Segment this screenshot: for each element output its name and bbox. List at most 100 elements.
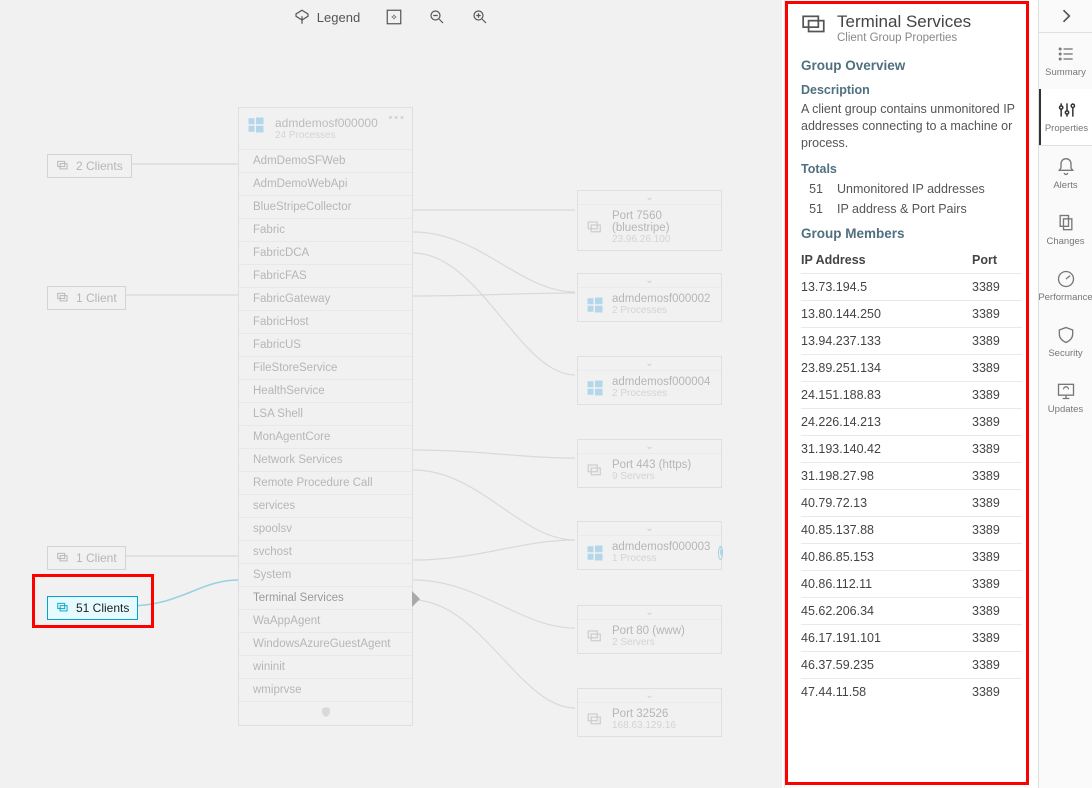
process-row[interactable]: LSA Shell [239, 402, 412, 425]
client-group-51[interactable]: 51 Clients [47, 596, 138, 620]
clients-icon [56, 601, 70, 615]
rail-changes[interactable]: Changes [1039, 202, 1092, 258]
member-row[interactable]: 45.62.206.343389 [801, 597, 1022, 624]
member-row[interactable]: 13.73.194.53389 [801, 273, 1022, 300]
right-rail: Summary Properties Alerts Changes Perfor… [1038, 0, 1092, 788]
dependency-box[interactable]: ⌄Port 80 (www)2 Servers [577, 605, 722, 654]
process-row[interactable]: BlueStripeCollector [239, 195, 412, 218]
th-ip: IP Address [801, 247, 972, 274]
monitors-icon [801, 12, 827, 38]
member-row[interactable]: 47.44.11.583389 [801, 678, 1022, 705]
process-row[interactable]: Fabric [239, 218, 412, 241]
dependency-box[interactable]: ⌄admdemosf0000022 Processes [577, 273, 722, 322]
dependency-box[interactable]: ⌄admdemosf0000042 Processes [577, 356, 722, 405]
th-port: Port [972, 247, 1022, 274]
clients-icon [56, 551, 70, 565]
panel-subtitle: Client Group Properties [837, 32, 971, 44]
description-text: A client group contains unmonitored IP a… [801, 101, 1022, 152]
rail-summary[interactable]: Summary [1039, 33, 1092, 89]
rail-alerts[interactable]: Alerts [1039, 146, 1092, 202]
totals-row: 51IP address & Port Pairs [801, 202, 1022, 216]
member-row[interactable]: 46.37.59.2353389 [801, 651, 1022, 678]
member-row[interactable]: 40.86.85.1533389 [801, 543, 1022, 570]
process-row[interactable]: WaAppAgent [239, 609, 412, 632]
group-members-heading: Group Members [801, 226, 1022, 241]
process-row[interactable]: FileStoreService [239, 356, 412, 379]
process-row[interactable]: spoolsv [239, 517, 412, 540]
info-icon[interactable]: i [718, 546, 723, 560]
rail-expand[interactable] [1039, 0, 1092, 32]
bell-icon [1056, 157, 1076, 177]
monitor-refresh-icon [1056, 381, 1076, 401]
member-row[interactable]: 13.94.237.1333389 [801, 327, 1022, 354]
process-row[interactable]: System [239, 563, 412, 586]
machine-title: admdemosf000000 [275, 116, 402, 130]
shield-icon [320, 706, 332, 718]
chevron-right-icon [1056, 6, 1076, 26]
pages-icon [1056, 213, 1076, 233]
process-row[interactable]: Remote Procedure Call [239, 471, 412, 494]
process-row[interactable]: FabricGateway [239, 287, 412, 310]
member-row[interactable]: 24.151.188.833389 [801, 381, 1022, 408]
member-row[interactable]: 40.85.137.883389 [801, 516, 1022, 543]
process-row[interactable]: AdmDemoSFWeb [239, 149, 412, 172]
member-row[interactable]: 24.226.14.2133389 [801, 408, 1022, 435]
process-row[interactable]: Network Services [239, 448, 412, 471]
legend-button[interactable]: Legend [293, 8, 360, 26]
chevron-down-icon[interactable]: ⌄ [578, 522, 721, 536]
clients-icon [56, 291, 70, 305]
windows-icon [247, 116, 265, 137]
fit-button[interactable] [385, 8, 403, 26]
member-row[interactable]: 46.17.191.1013389 [801, 624, 1022, 651]
rail-updates[interactable]: Updates [1039, 370, 1092, 426]
process-row[interactable]: MonAgentCore [239, 425, 412, 448]
dependency-box[interactable]: ⌄admdemosf0000031 Processi [577, 521, 722, 570]
rail-security[interactable]: Security [1039, 314, 1092, 370]
chevron-down-icon[interactable]: ⌄ [578, 274, 721, 288]
machine-sub: 24 Processes [275, 130, 402, 141]
process-row[interactable]: services [239, 494, 412, 517]
shield-icon [1056, 325, 1076, 345]
dependency-box[interactable]: ⌄Port 32526168.63.129.16 [577, 688, 722, 737]
description-heading: Description [801, 83, 1022, 97]
panel-title: Terminal Services [837, 12, 971, 32]
gauge-icon [1056, 269, 1076, 289]
process-row[interactable]: AdmDemoWebApi [239, 172, 412, 195]
chevron-down-icon[interactable]: ⌄ [578, 440, 721, 454]
dependency-box[interactable]: ⌄Port 443 (https)9 Servers [577, 439, 722, 488]
process-row[interactable]: FabricUS [239, 333, 412, 356]
client-group-1b[interactable]: 1 Client [47, 546, 126, 570]
process-row[interactable]: FabricDCA [239, 241, 412, 264]
chevron-down-icon[interactable]: ⌄ [578, 357, 721, 371]
member-row[interactable]: 23.89.251.1343389 [801, 354, 1022, 381]
zoom-out-button[interactable] [428, 8, 446, 26]
process-row[interactable]: FabricFAS [239, 264, 412, 287]
member-row[interactable]: 40.86.112.113389 [801, 570, 1022, 597]
member-row[interactable]: 13.80.144.2503389 [801, 300, 1022, 327]
member-row[interactable]: 31.198.27.983389 [801, 462, 1022, 489]
process-row[interactable]: FabricHost [239, 310, 412, 333]
card-footer [239, 701, 412, 725]
member-row[interactable]: 31.193.140.423389 [801, 435, 1022, 462]
rail-properties[interactable]: Properties [1039, 89, 1092, 145]
process-row[interactable]: svchost [239, 540, 412, 563]
list-icon [1056, 44, 1076, 64]
chevron-down-icon[interactable]: ⌄ [578, 606, 721, 620]
zoom-in-button[interactable] [471, 8, 489, 26]
client-group-1a[interactable]: 1 Client [47, 286, 126, 310]
process-row[interactable]: wininit [239, 655, 412, 678]
member-row[interactable]: 40.79.72.133389 [801, 489, 1022, 516]
process-row[interactable]: wmiprvse [239, 678, 412, 701]
chevron-down-icon[interactable]: ⌄ [578, 689, 721, 703]
card-menu-icon[interactable]: ••• [388, 112, 406, 124]
process-row[interactable]: HealthService [239, 379, 412, 402]
process-row[interactable]: Terminal Services [239, 586, 412, 609]
chevron-down-icon[interactable]: ⌄ [578, 191, 721, 205]
rail-performance[interactable]: Performance [1039, 258, 1092, 314]
legend-label: Legend [317, 10, 360, 25]
members-table: IP Address Port 13.73.194.5338913.80.144… [801, 247, 1022, 705]
client-group-2[interactable]: 2 Clients [47, 154, 132, 178]
process-row[interactable]: WindowsAzureGuestAgent [239, 632, 412, 655]
machine-card[interactable]: ••• admdemosf000000 24 Processes AdmDemo… [238, 107, 413, 726]
dependency-box[interactable]: ⌄Port 7560 (bluestripe)23.96.26.100 [577, 190, 722, 251]
